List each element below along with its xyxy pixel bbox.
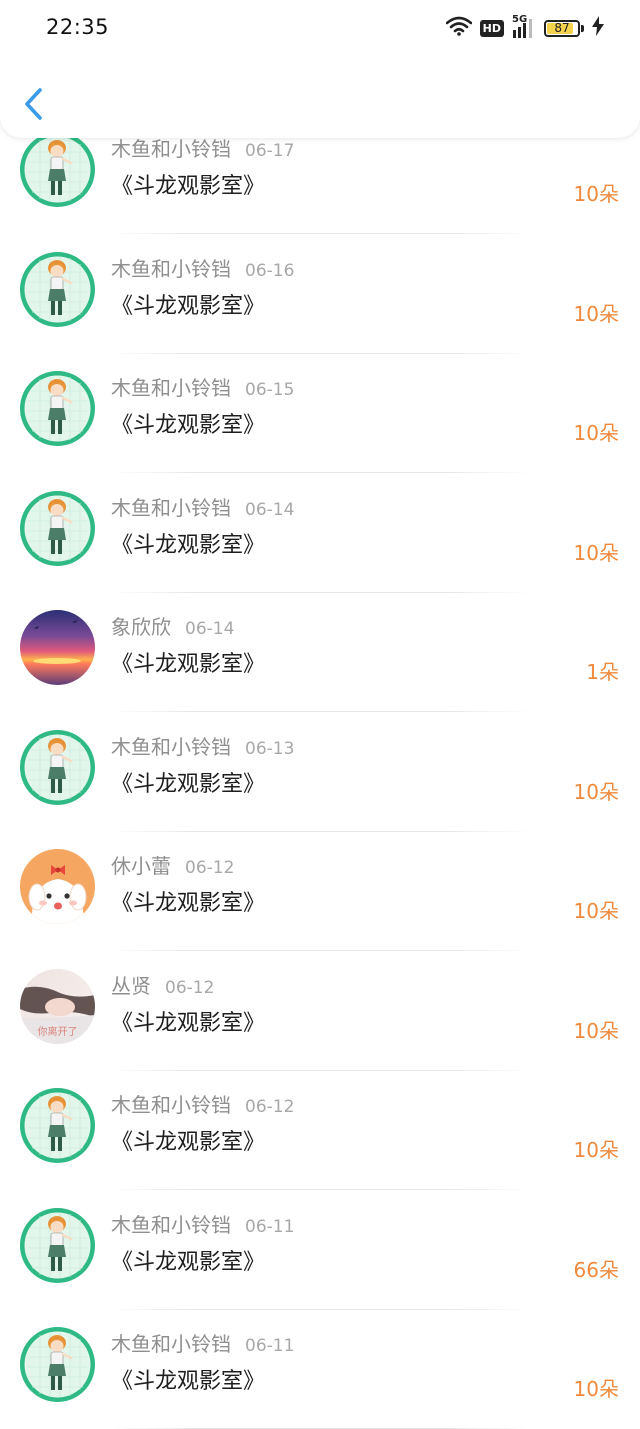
sender-name[interactable]: 木鱼和小铃铛 <box>111 496 231 520</box>
status-bar: 22:35 HD 5G 87 <box>0 0 640 58</box>
sender-line: 木鱼和小铃铛 06-11 <box>111 1209 294 1238</box>
avatar[interactable]: 你离开了 <box>20 968 95 1044</box>
sender-line: 木鱼和小铃铛 06-16 <box>111 253 294 282</box>
list-item[interactable]: 木鱼和小铃铛 06-15 《斗龙观影室》 10朵 <box>0 353 640 473</box>
record-date: 06-12 <box>185 858 235 878</box>
flower-amount: 1朵 <box>586 660 619 684</box>
list-item[interactable]: 象欣欣 06-14 《斗龙观影室》 1朵 <box>0 592 640 712</box>
avatar[interactable] <box>20 490 95 566</box>
flower-amount: 66朵 <box>573 1257 619 1282</box>
sender-name[interactable]: 木鱼和小铃铛 <box>111 1332 231 1356</box>
work-title: 《斗龙观影室》 <box>111 1249 266 1275</box>
list-item[interactable]: 你离开了 丛贤 06-12 《斗龙观影室》 10朵 <box>0 951 640 1071</box>
work-title: 《斗龙观影室》 <box>111 174 266 199</box>
work-title: 《斗龙观影室》 <box>111 1130 266 1155</box>
sender-line: 木鱼和小铃铛 06-11 <box>111 1328 294 1357</box>
sender-name[interactable]: 木鱼和小铃铛 <box>111 1213 231 1237</box>
sender-line: 丛贤 06-12 <box>111 970 214 999</box>
record-date: 06-13 <box>245 738 295 759</box>
avatar-caption: 你离开了 <box>37 1026 78 1038</box>
record-date: 06-12 <box>165 977 215 998</box>
record-date: 06-16 <box>245 260 295 281</box>
sender-name[interactable]: 木鱼和小铃铛 <box>111 1093 231 1117</box>
list-item[interactable]: 木鱼和小铃铛 06-12 《斗龙观影室》 10朵 <box>0 1070 640 1190</box>
work-title: 《斗龙观影室》 <box>111 413 266 438</box>
work-title: 《斗龙观影室》 <box>111 891 266 916</box>
hd-badge: HD <box>479 19 504 37</box>
list-item[interactable]: 木鱼和小铃铛 06-16 《斗龙观影室》 10朵 <box>0 234 640 354</box>
record-date: 06-11 <box>245 1216 295 1237</box>
sender-name[interactable]: 休小蕾 <box>111 854 171 878</box>
list-item[interactable]: 木鱼和小铃铛 06-14 《斗龙观影室》 10朵 <box>0 473 640 593</box>
cellular-signal-icon: 5G <box>512 14 536 39</box>
flower-amount: 10朵 <box>573 1377 619 1401</box>
sender-line: 木鱼和小铃铛 06-15 <box>111 372 294 401</box>
list-item[interactable]: 木鱼和小铃铛 06-13 《斗龙观影室》 10朵 <box>0 712 640 832</box>
sender-name[interactable]: 象欣欣 <box>111 615 171 639</box>
work-title: 《斗龙观影室》 <box>111 1010 266 1036</box>
sender-name[interactable]: 木鱼和小铃铛 <box>111 137 231 161</box>
flower-amount: 10朵 <box>573 1018 619 1043</box>
charging-bolt-icon <box>592 16 604 40</box>
avatar[interactable] <box>20 1327 95 1402</box>
flower-amount: 10朵 <box>573 899 619 923</box>
sender-line: 木鱼和小铃铛 06-12 <box>111 1089 294 1118</box>
sender-name[interactable]: 木鱼和小铃铛 <box>111 376 231 400</box>
sender-name[interactable]: 丛贤 <box>111 974 151 998</box>
avatar[interactable] <box>20 729 95 805</box>
record-date: 06-14 <box>245 499 295 520</box>
avatar[interactable] <box>20 132 95 207</box>
battery-tip <box>581 24 584 32</box>
sender-name[interactable]: 木鱼和小铃铛 <box>111 257 231 281</box>
avatar[interactable] <box>20 610 95 685</box>
avatar[interactable] <box>20 849 95 924</box>
flower-amount: 10朵 <box>573 540 619 565</box>
work-title: 《斗龙观影室》 <box>111 652 266 677</box>
list-item[interactable]: 休小蕾 06-12 《斗龙观影室》 10朵 <box>0 831 640 951</box>
work-title: 《斗龙观影室》 <box>111 293 266 319</box>
flower-amount: 10朵 <box>573 1138 619 1162</box>
list-item[interactable]: 木鱼和小铃铛 06-11 《斗龙观影室》 66朵 <box>0 1190 640 1310</box>
battery-level-text: 87 <box>554 20 570 35</box>
list-item[interactable]: 木鱼和小铃铛 06-11 《斗龙观影室》 10朵 <box>0 1309 640 1429</box>
avatar[interactable] <box>20 1207 95 1283</box>
avatar[interactable] <box>20 251 95 327</box>
sender-line: 休小蕾 06-12 <box>111 850 234 879</box>
work-title: 《斗龙观影室》 <box>111 771 266 797</box>
back-button[interactable] <box>18 84 52 124</box>
chevron-left-icon <box>25 88 42 120</box>
status-time: 22:35 <box>46 15 110 39</box>
avatar[interactable] <box>20 1088 95 1163</box>
top-header: 22:35 HD 5G 87 <box>0 0 640 138</box>
sender-name[interactable]: 木鱼和小铃铛 <box>111 735 231 759</box>
sender-line: 木鱼和小铃铛 06-13 <box>111 731 294 760</box>
flower-amount: 10朵 <box>573 421 619 445</box>
flower-amount: 10朵 <box>573 182 619 206</box>
flower-amount: 10朵 <box>573 779 619 804</box>
avatar[interactable] <box>20 371 95 446</box>
flower-amount: 10朵 <box>573 301 619 326</box>
sender-line: 象欣欣 06-14 <box>111 611 234 640</box>
status-icons: HD 5G 87 <box>445 14 604 40</box>
sender-line: 木鱼和小铃铛 06-14 <box>111 492 294 521</box>
record-date: 06-17 <box>245 141 295 161</box>
wifi-icon <box>445 16 472 40</box>
record-date: 06-15 <box>245 380 295 400</box>
battery-icon: 87 <box>544 19 580 37</box>
work-title: 《斗龙观影室》 <box>111 532 266 558</box>
record-date: 06-14 <box>185 619 235 639</box>
work-title: 《斗龙观影室》 <box>111 1369 266 1394</box>
record-date: 06-12 <box>245 1097 295 1117</box>
record-date: 06-11 <box>245 1336 295 1356</box>
